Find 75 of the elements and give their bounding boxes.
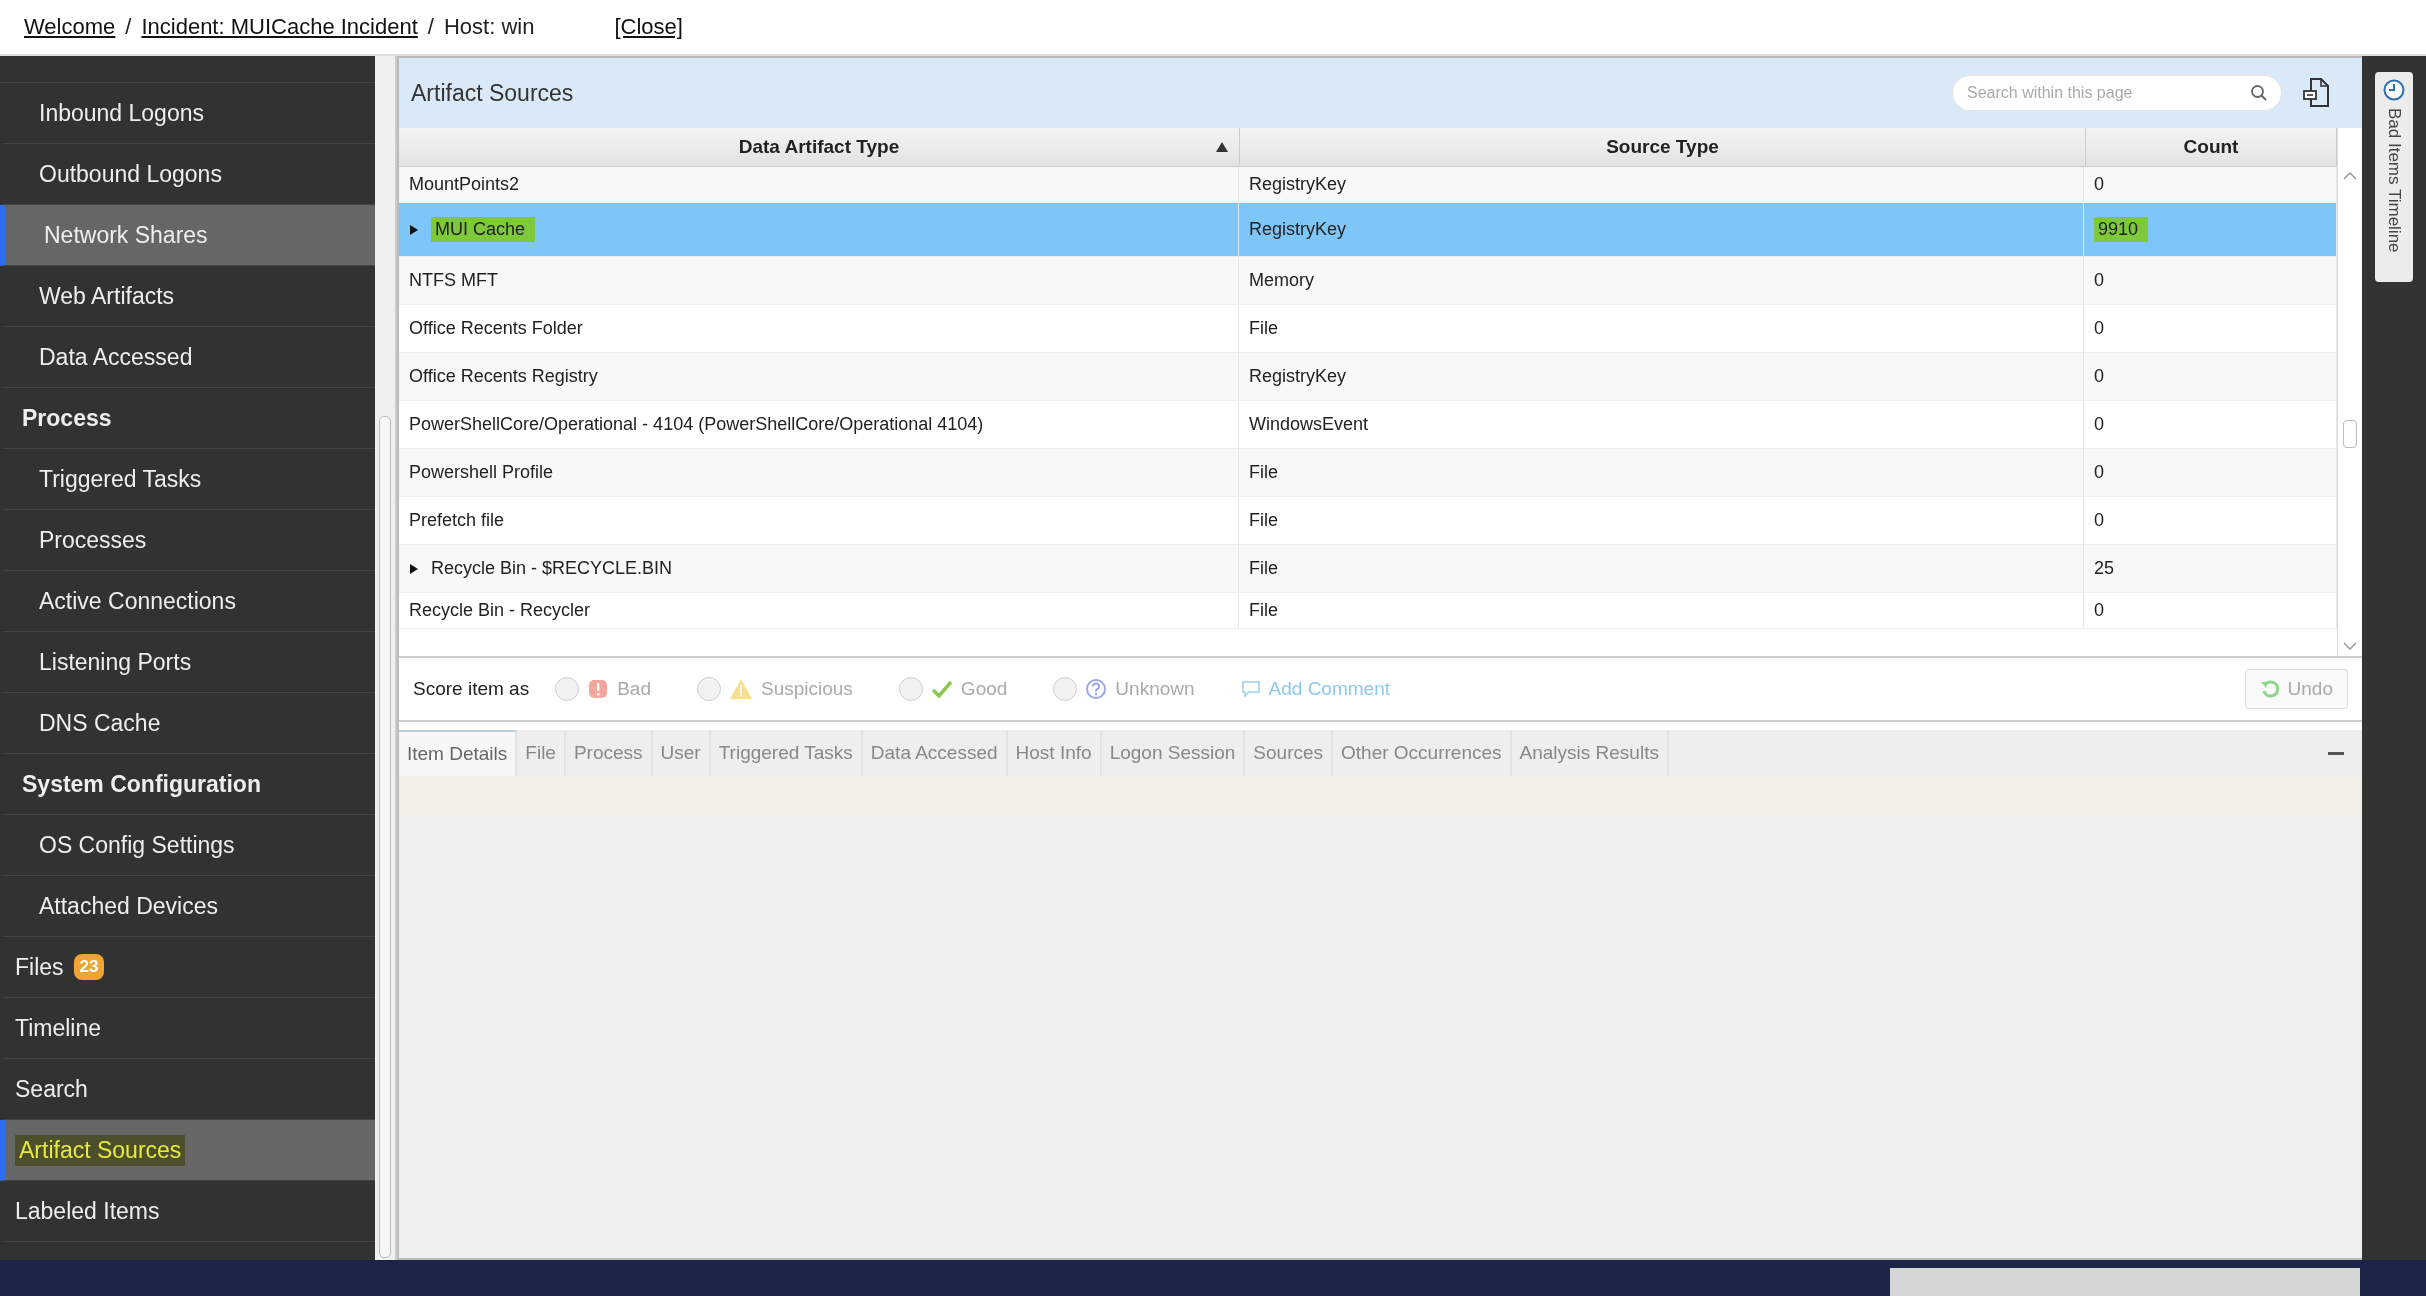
table-row[interactable]: Powershell Profile File 0: [399, 449, 2337, 497]
question-icon: [1085, 678, 1108, 700]
table-cell: MUI Cache: [431, 217, 536, 242]
table-row[interactable]: Recycle Bin - Recycler File 0: [399, 593, 2337, 629]
table-cell: Office Recents Folder: [409, 318, 583, 339]
sort-ascending-icon: [1215, 141, 1229, 153]
expand-icon[interactable]: [409, 562, 419, 575]
warning-icon: [728, 678, 753, 700]
table-cell: File: [1249, 462, 1278, 483]
alert-icon: [587, 678, 610, 700]
table-cell: PowerShellCore/Operational - 4104 (PowerShellCore/Operational 4104): [409, 414, 984, 435]
table-cell: File: [1249, 318, 1278, 339]
table-cell: Memory: [1249, 270, 1314, 291]
table-cell: 0: [2094, 270, 2104, 291]
scroll-up-icon[interactable]: [2343, 172, 2357, 180]
table-cell: 0: [2094, 318, 2104, 339]
table-cell: 0: [2094, 462, 2104, 483]
table-row[interactable]: Recycle Bin - $RECYCLE.BIN File 25: [399, 545, 2337, 593]
table-cell: 0: [2094, 174, 2104, 195]
table-row[interactable]: Office Recents Registry RegistryKey 0: [399, 353, 2337, 401]
table-row[interactable]: NTFS MFT Memory 0: [399, 257, 2337, 305]
table-cell: Office Recents Registry: [409, 366, 598, 387]
scroll-thumb[interactable]: [2343, 420, 2357, 448]
table-cell: 25: [2094, 558, 2115, 579]
search-icon: [2250, 84, 2268, 102]
sidebar-item[interactable]: Artifact Sources: [0, 1120, 375, 1181]
column-header[interactable]: Source Type: [1240, 128, 2086, 166]
export-icon[interactable]: [2302, 77, 2332, 109]
table-cell: File: [1249, 510, 1278, 531]
breadcrumb-separator: /: [427, 14, 434, 40]
table-cell: 9910: [2094, 217, 2149, 242]
expand-icon[interactable]: [409, 223, 419, 236]
score-label: Score item as: [413, 678, 530, 700]
close-link[interactable]: [Close]: [614, 14, 683, 40]
table-cell: Recycle Bin - $RECYCLE.BIN: [431, 558, 673, 579]
table-cell: 0: [2094, 600, 2104, 621]
table-cell: Recycle Bin - Recycler: [409, 600, 591, 621]
breadcrumb-separator: /: [125, 14, 132, 40]
table-cell: 0: [2094, 366, 2104, 387]
minimize-icon[interactable]: [2328, 751, 2344, 755]
table-row[interactable]: PowerShellCore/Operational - 4104 (PowerShellCore/Operational 4104) WindowsEvent 0: [399, 401, 2337, 449]
table-cell: WindowsEvent: [1249, 414, 1369, 435]
table-cell: RegistryKey: [1249, 219, 1347, 240]
column-header[interactable]: Data Artifact Type: [399, 128, 1240, 166]
sidebar-item[interactable]: Files 23: [0, 937, 375, 998]
scroll-down-icon[interactable]: [2343, 642, 2357, 650]
table-cell: NTFS MFT: [409, 270, 498, 291]
detail-tab[interactable]: Item Details: [399, 730, 518, 776]
panel-title: Artifact Sources: [411, 79, 575, 107]
count-badge: 23: [73, 954, 105, 980]
table-cell: File: [1249, 558, 1278, 579]
table-cell: RegistryKey: [1249, 366, 1347, 387]
column-header[interactable]: Count: [2086, 128, 2337, 166]
undo-icon: [2259, 679, 2280, 699]
checkmark-icon: [930, 679, 953, 699]
speech-bubble-icon: [1240, 680, 1261, 698]
table-cell: File: [1249, 600, 1278, 621]
table-cell: Prefetch file: [409, 510, 505, 531]
breadcrumb-link[interactable]: Incident: MUICache Incident: [141, 14, 418, 40]
breadcrumb-link[interactable]: Welcome: [24, 14, 116, 40]
host-label: Host: win: [443, 14, 535, 40]
scrollbar[interactable]: [375, 56, 397, 1260]
search-field[interactable]: Search within this page: [1952, 75, 2282, 111]
table-cell: RegistryKey: [1249, 174, 1347, 195]
table-row[interactable]: MountPoints2 RegistryKey 0: [399, 167, 2337, 203]
table-cell: Powershell Profile: [409, 462, 554, 483]
table-row[interactable]: MUI Cache RegistryKey 9910: [399, 203, 2337, 257]
sidebar-item[interactable]: Network Shares: [0, 205, 375, 266]
table-cell: 0: [2094, 414, 2104, 435]
table-cell: MountPoints2: [409, 174, 520, 195]
table-row[interactable]: Office Recents Folder File 0: [399, 305, 2337, 353]
clock-icon: [2382, 78, 2406, 102]
side-tab[interactable]: Bad Items Timeline: [2375, 72, 2413, 282]
table-cell: 0: [2094, 510, 2104, 531]
table-row[interactable]: Prefetch file File 0: [399, 497, 2337, 545]
